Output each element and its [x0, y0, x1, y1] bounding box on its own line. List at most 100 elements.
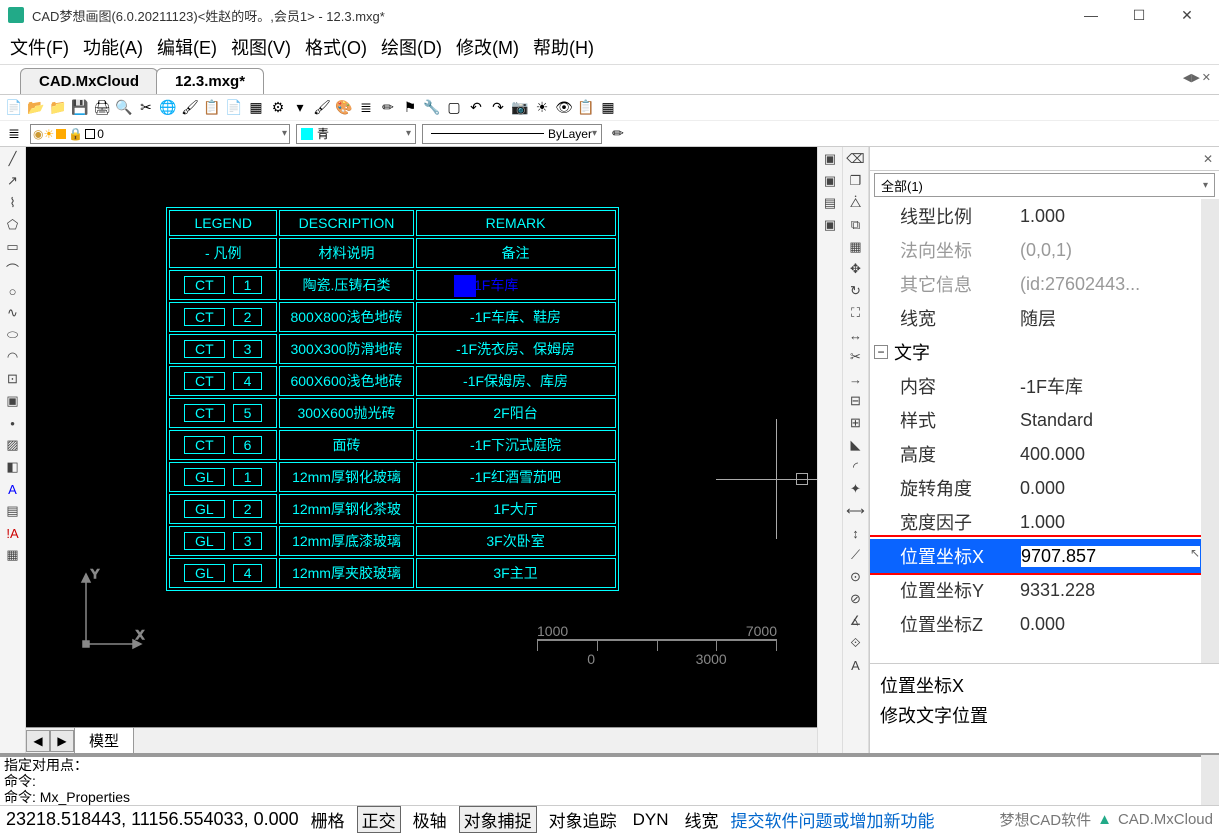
tab-close-icon[interactable]: ✕: [1202, 71, 1211, 84]
sb-feedback-link[interactable]: 提交软件问题或增加新功能: [731, 807, 935, 832]
block-icon[interactable]: ▣: [3, 391, 23, 411]
copy-tool-icon[interactable]: ▣: [820, 149, 840, 169]
prop-row[interactable]: 位置坐标Z0.000: [870, 607, 1201, 641]
prop-row[interactable]: 旋转角度0.000: [870, 471, 1201, 505]
mtext-icon[interactable]: ▤: [3, 501, 23, 521]
text-icon[interactable]: A: [3, 479, 23, 499]
move-icon[interactable]: ✥: [846, 259, 866, 279]
erase-icon[interactable]: ⌫: [846, 149, 866, 169]
drawing-canvas[interactable]: LEGENDDESCRIPTIONREMARK - 凡例材料说明备注 CT1陶瓷…: [26, 147, 817, 727]
arc-icon[interactable]: ⌒: [3, 259, 23, 279]
array-icon[interactable]: ▦: [846, 237, 866, 257]
prop-row[interactable]: 线型比例1.000: [870, 199, 1201, 233]
sb-dyn[interactable]: DYN: [629, 810, 673, 830]
misc-draw-icon[interactable]: ▦: [3, 545, 23, 565]
doc-icon[interactable]: 📋: [576, 98, 596, 118]
dim6-icon[interactable]: ∡: [846, 611, 866, 631]
brush-icon[interactable]: 🖌: [312, 98, 332, 118]
fillet-icon[interactable]: ◜: [846, 457, 866, 477]
selection-grip[interactable]: [454, 275, 476, 297]
new-icon[interactable]: 📄: [4, 98, 24, 118]
menu-edit[interactable]: 编辑(E): [157, 34, 217, 60]
insert-icon[interactable]: ⊡: [3, 369, 23, 389]
view-icon[interactable]: 👁: [554, 98, 574, 118]
menu-draw[interactable]: 绘图(D): [381, 34, 442, 60]
offset-icon[interactable]: ⧉: [846, 215, 866, 235]
point-icon[interactable]: •: [3, 413, 23, 433]
trim-icon[interactable]: ✂: [846, 347, 866, 367]
rect-icon[interactable]: ▭: [3, 237, 23, 257]
menu-function[interactable]: 功能(A): [83, 34, 143, 60]
sb-otrack[interactable]: 对象追踪: [545, 807, 621, 832]
scale-icon[interactable]: ⛶: [846, 303, 866, 323]
layer-dropdown[interactable]: ◉☀🔒 0 ▾: [30, 124, 290, 144]
sb-grid[interactable]: 栅格: [307, 807, 349, 832]
xline-icon[interactable]: ↗: [3, 171, 23, 191]
mirror-icon[interactable]: ⧊: [846, 193, 866, 213]
props-filter-dropdown[interactable]: 全部(1) ▾: [874, 173, 1215, 197]
settings-icon[interactable]: ⚙: [268, 98, 288, 118]
join-icon[interactable]: ⊞: [846, 413, 866, 433]
panel-close-icon[interactable]: ✕: [1203, 152, 1213, 166]
dim1-icon[interactable]: ⟷: [846, 501, 866, 521]
maximize-button[interactable]: ☐: [1125, 5, 1153, 25]
tab-current-file[interactable]: 12.3.mxg*: [156, 68, 264, 94]
sun-icon[interactable]: ☀: [532, 98, 552, 118]
sb-lweight[interactable]: 线宽: [681, 807, 723, 832]
prop-row[interactable]: 线宽随层: [870, 301, 1201, 335]
dim4-icon[interactable]: ⊙: [846, 567, 866, 587]
copy-icon2[interactable]: ❐: [846, 171, 866, 191]
redo-icon[interactable]: ↷: [488, 98, 508, 118]
model-tab[interactable]: 模型: [74, 727, 134, 754]
prop-row-position-x[interactable]: 位置坐标X9707.857↖: [870, 539, 1201, 573]
selected-text-entity[interactable]: 1F车库: [474, 275, 518, 295]
minimize-button[interactable]: —: [1077, 5, 1105, 25]
paste-icon[interactable]: 📄: [224, 98, 244, 118]
ellipse-icon[interactable]: ⬭: [3, 325, 23, 345]
prop-row[interactable]: 样式Standard: [870, 403, 1201, 437]
linetype-dropdown[interactable]: ByLayer ▾: [422, 124, 602, 144]
misc-icon[interactable]: ▦: [598, 98, 618, 118]
cmd-scrollbar[interactable]: [1201, 755, 1219, 805]
page-icon[interactable]: ▢: [444, 98, 464, 118]
layers-icon[interactable]: ≣: [356, 98, 376, 118]
prop-row[interactable]: 高度400.000: [870, 437, 1201, 471]
save-icon[interactable]: 💾: [70, 98, 90, 118]
prop-row[interactable]: 位置坐标Y9331.228: [870, 573, 1201, 607]
line-icon[interactable]: ╱: [3, 149, 23, 169]
prop-row[interactable]: 其它信息(id:27602443...: [870, 267, 1201, 301]
menu-help[interactable]: 帮助(H): [533, 34, 594, 60]
props-scrollbar[interactable]: [1201, 199, 1219, 663]
sb-osnap[interactable]: 对象捕捉: [459, 806, 537, 833]
circle-icon[interactable]: ○: [3, 281, 23, 301]
prop-row[interactable]: 宽度因子1.000: [870, 505, 1201, 539]
menu-view[interactable]: 视图(V): [231, 34, 291, 60]
prop-row[interactable]: 内容-1F车库: [870, 369, 1201, 403]
paint-icon[interactable]: 🖌: [180, 98, 200, 118]
globe-icon[interactable]: 🌐: [158, 98, 178, 118]
stretch-icon[interactable]: ↔: [846, 325, 866, 345]
layout-prev-icon[interactable]: ◀: [26, 730, 50, 752]
prop-row[interactable]: 法向坐标(0,0,1): [870, 233, 1201, 267]
align-icon[interactable]: ▤: [820, 193, 840, 213]
tab-nav-left-icon[interactable]: ◀▶: [1183, 71, 1200, 84]
dim3-icon[interactable]: ⟋: [846, 545, 866, 565]
close-button[interactable]: ✕: [1173, 5, 1201, 25]
copy-icon[interactable]: 📋: [202, 98, 222, 118]
dim5-icon[interactable]: ⊘: [846, 589, 866, 609]
dim7-icon[interactable]: ⟐: [846, 633, 866, 653]
menu-file[interactable]: 文件(F): [10, 34, 69, 60]
pen-icon[interactable]: ✏: [378, 98, 398, 118]
ellipse-arc-icon[interactable]: ◠: [3, 347, 23, 367]
open-icon[interactable]: 📂: [26, 98, 46, 118]
dim8-icon[interactable]: A: [846, 655, 866, 675]
layer-mgr-icon[interactable]: ≣: [4, 124, 24, 144]
polyline-icon[interactable]: ⌇: [3, 193, 23, 213]
sb-polar[interactable]: 极轴: [409, 807, 451, 832]
layout-next-icon[interactable]: ▶: [50, 730, 74, 752]
flag-icon[interactable]: ⚑: [400, 98, 420, 118]
paste-tool-icon[interactable]: ▣: [820, 171, 840, 191]
tool-icon[interactable]: 🔧: [422, 98, 442, 118]
command-window[interactable]: 指定对用点： 命令: 命令: Mx_Properties: [0, 755, 1201, 805]
tab-cloud[interactable]: CAD.MxCloud: [20, 68, 158, 94]
